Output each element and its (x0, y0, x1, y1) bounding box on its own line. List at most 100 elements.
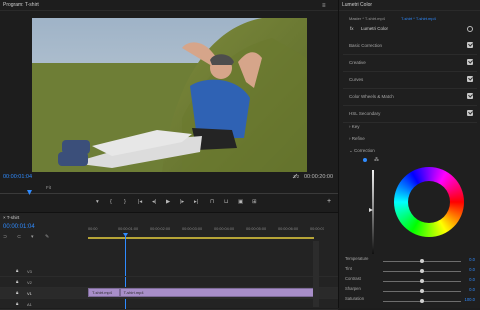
duration-timecode: 00:00:20:00 (304, 174, 334, 180)
scrub-bar[interactable] (0, 193, 338, 194)
ruler-label: 00:00:06:00 (278, 227, 299, 231)
section-basic-correction[interactable]: Basic Correction (343, 38, 477, 55)
slider-label: Sharpen (345, 286, 361, 291)
settings-icon[interactable]: ✎ (45, 234, 49, 240)
checkbox-icon[interactable] (467, 93, 473, 99)
slider-knob[interactable] (420, 279, 424, 283)
lock-icon[interactable]: 🔒︎ (16, 290, 18, 295)
slider-knob[interactable] (420, 259, 424, 263)
slider-saturation[interactable]: Saturation 100.0 (345, 296, 477, 306)
lock-icon[interactable]: 🔒︎ (16, 279, 18, 284)
slider-knob[interactable] (420, 299, 424, 303)
subsection-refine[interactable]: › Refine (349, 136, 365, 141)
slider-label: Tint (345, 266, 352, 271)
track-label: V3 (27, 269, 32, 274)
ruler-label: 00:00:03:00 (182, 227, 203, 231)
section-creative[interactable]: Creative (343, 55, 477, 72)
go-to-out-icon[interactable]: ▸| (194, 199, 198, 205)
timeline-panel: × T-shirt 00:00:01:04 ⊃ ⊂ ▾ ✎ 00:00 00:0… (0, 212, 338, 310)
current-timecode[interactable]: 00:00:01:04 (3, 174, 32, 180)
transport-controls: ▾ { } |◂ ◂| ▶ |▸ ▸| ⊓ ⊔ ▣ ⊞ (96, 199, 276, 207)
program-monitor: Program: T-shirt 00:00:01:04 Fit 1/2 00:… (0, 0, 338, 212)
subsection-key[interactable]: › Key (349, 124, 360, 129)
section-label: Curves (349, 77, 364, 82)
program-title: Program: T-shirt (0, 0, 338, 11)
play-icon[interactable]: ▶ (166, 199, 170, 205)
video-frame[interactable] (32, 18, 307, 172)
three-way-icon[interactable]: ⁂ (374, 157, 379, 163)
checkbox-icon[interactable] (467, 59, 473, 65)
slider-knob[interactable] (420, 289, 424, 293)
linked-icon[interactable]: ⊂ (17, 234, 21, 240)
section-hsl-secondary[interactable]: HSL Secondary (343, 106, 477, 123)
slider-contrast[interactable]: Contrast 0.0 (345, 276, 477, 286)
ruler-label: 00:00:01:00 (118, 227, 139, 231)
section-curves[interactable]: Curves (343, 72, 477, 89)
go-to-in-icon[interactable]: |◂ (138, 199, 142, 205)
section-label: HSL Secondary (349, 111, 381, 116)
lock-icon[interactable]: 🔒︎ (16, 268, 18, 273)
timeline-title: T-shirt (6, 215, 20, 220)
slider-value[interactable]: 0.0 (469, 277, 475, 282)
wheel-mode-icon[interactable] (363, 158, 367, 162)
clip-label: T-shirt.mp4 (92, 290, 113, 295)
lift-icon[interactable]: ⊓ (210, 199, 214, 205)
slider-value[interactable]: 100.0 (465, 297, 475, 302)
lock-icon[interactable]: 🔒︎ (16, 301, 18, 306)
timeline-title-wrap: × T-shirt (3, 215, 19, 220)
master-label[interactable]: Master * T-shirt.mp4 (349, 16, 385, 21)
sequence-label[interactable]: T-shirt * T-shirt.mp4 (401, 16, 436, 21)
slider-value[interactable]: 0.0 (469, 267, 475, 272)
snap-icon[interactable]: ⊃ (3, 234, 7, 240)
step-forward-icon[interactable]: |▸ (180, 199, 184, 205)
video-clip[interactable]: T-shirt.mp4 (88, 288, 120, 297)
clip-label: T-shirt.mp4 (123, 290, 144, 295)
marker-add-icon[interactable]: ▾ (31, 234, 34, 240)
work-area-bar[interactable] (88, 237, 314, 239)
track-label: A1 (27, 302, 32, 307)
track-label: V1 (27, 291, 32, 296)
color-wheel-center (408, 181, 450, 223)
slider-knob[interactable] (420, 269, 424, 273)
track-row: 🔒︎ A1 (0, 299, 338, 310)
step-back-icon[interactable]: ◂| (152, 199, 156, 205)
checkbox-icon[interactable] (467, 76, 473, 82)
menu-icon[interactable]: ≡ (322, 3, 326, 9)
slider-label: Temperature (345, 256, 369, 261)
slider-label: Contrast (345, 276, 361, 281)
wrench-icon[interactable] (292, 173, 298, 180)
compare-icon[interactable]: ⊞ (252, 199, 257, 205)
mark-out-icon[interactable]: } (124, 199, 126, 205)
video-clip[interactable]: T-shirt.mp4 (119, 288, 314, 297)
slider-value[interactable]: 0.0 (469, 287, 475, 292)
lumetri-panel: Lumetri Color Master * T-shirt.mp4 T-shi… (338, 0, 480, 308)
checkbox-icon[interactable] (467, 42, 473, 48)
color-wheel[interactable] (394, 167, 464, 237)
reset-icon[interactable] (467, 26, 473, 32)
timeline-timecode[interactable]: 00:00:01:04 (3, 224, 35, 230)
section-color-wheels[interactable]: Color Wheels & Match (343, 89, 477, 106)
plus-icon[interactable]: + (327, 198, 331, 205)
slider-sharpen[interactable]: Sharpen 0.0 (345, 286, 477, 296)
camera-icon[interactable]: ▣ (238, 199, 243, 205)
lightness-slider[interactable] (372, 170, 374, 254)
subsection-label: Correction (354, 148, 375, 153)
lumetri-title: Lumetri Color (339, 0, 480, 11)
fit-dropdown[interactable]: Fit (46, 185, 51, 190)
ruler-label: 00:00:07:00 (310, 227, 324, 231)
slider-tint[interactable]: Tint 0.0 (345, 266, 477, 276)
marker-icon[interactable]: ▾ (96, 199, 99, 205)
slider-value[interactable]: 0.0 (469, 257, 475, 262)
effect-name[interactable]: Lumetri Color (361, 26, 388, 31)
subsection-correction[interactable]: ⌄ Correction (349, 148, 375, 154)
mark-in-icon[interactable]: { (110, 199, 112, 205)
checkbox-icon[interactable] (467, 110, 473, 116)
ruler-label: 00:00:02:00 (150, 227, 171, 231)
timeline-scrollbar[interactable] (313, 241, 319, 307)
extract-icon[interactable]: ⊔ (224, 199, 228, 205)
ruler-label: 00:00:05:00 (246, 227, 267, 231)
chevron-right-icon: › (349, 124, 351, 129)
slider-temperature[interactable]: Temperature 0.0 (345, 256, 477, 266)
track-row: 🔒︎ V3 (0, 266, 338, 277)
time-ruler[interactable]: 00:00 00:00:01:00 00:00:02:00 00:00:03:0… (88, 227, 324, 235)
